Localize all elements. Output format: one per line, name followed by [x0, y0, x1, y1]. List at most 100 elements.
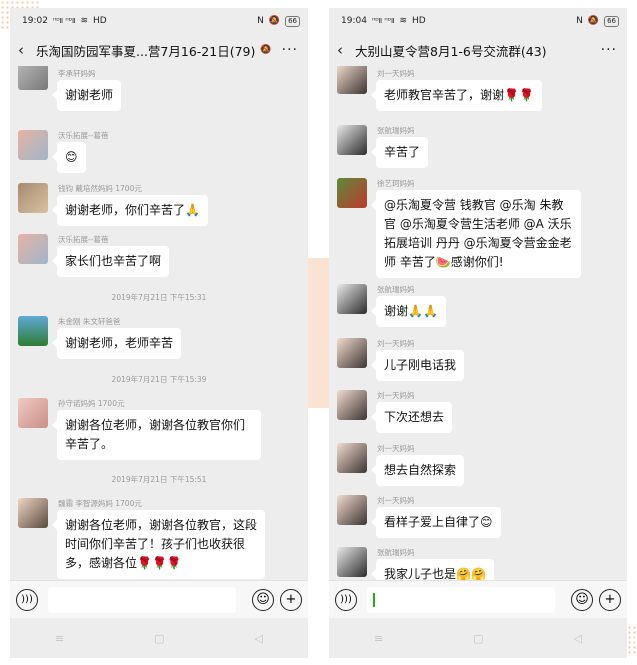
more-icon[interactable]: ··· [601, 42, 617, 58]
phone-screen-left: 19:02 ᴴᴰⅡ ᴴᴰⅡ ≋ HD N 🔕 66 ‹ 乐淘国防园军事夏...营… [10, 8, 308, 658]
wifi-icon: ≋ [80, 16, 89, 26]
clock: 19:02 [22, 16, 48, 26]
avatar[interactable] [337, 443, 367, 473]
message-bubble[interactable]: 老师教官辛苦了，谢谢🌹🌹 [371, 80, 542, 111]
message-bubble[interactable]: 儿子刚电话我 [370, 350, 465, 381]
message-bubble[interactable]: 下次还想去 [370, 402, 453, 433]
bell-mute-icon: 🔕 [260, 45, 272, 55]
emoji-icon[interactable]: ☺ [252, 588, 274, 611]
message-bubble[interactable]: @乐淘夏令营 钱教官 @乐淘 朱教官 @乐淘夏令营生活老师 @A 沃乐拓展培训 … [371, 190, 581, 278]
message-bubble[interactable]: 谢谢各位老师，谢谢各位教官，这段时间你们辛苦了！孩子们也收获很多，感谢各位🌹🌹🌹 [52, 510, 265, 579]
text-caret [373, 592, 375, 607]
mute-icon: 🔕 [268, 16, 281, 26]
sender-name: 刘一天妈妈 [377, 391, 415, 400]
more-icon[interactable]: ··· [282, 42, 298, 58]
system-nav-bar: ≡ ▢ ◁ [10, 618, 308, 658]
mute-icon: 🔕 [587, 16, 600, 26]
avatar[interactable] [337, 390, 367, 420]
clock: 19:04 [341, 16, 367, 26]
message-bubble[interactable]: 谢谢🙏🙏 [371, 296, 446, 327]
chat-title: 大别山夏令营8月1-6号交流群(43) [355, 43, 547, 59]
wifi-icon: ≋ [399, 16, 408, 26]
status-bar: 19:02 ᴴᴰⅡ ᴴᴰⅡ ≋ HD N 🔕 66 [10, 8, 308, 34]
avatar[interactable] [18, 234, 48, 264]
sender-name: 徐艺珂妈妈 [377, 179, 415, 188]
timestamp: 2019年7月21日 下午15:31 [111, 293, 207, 302]
message-list[interactable]: 李承轩妈妈 谢谢老师 沃乐拓展--葛蓓 😊 钱钧 戴培然妈妈 1700元 谢谢老… [10, 66, 308, 580]
message-input[interactable] [367, 586, 555, 613]
sender-name: 张航瑞妈妈 [377, 126, 415, 135]
avatar[interactable] [337, 284, 367, 314]
timestamp: 2019年7月21日 下午15:39 [111, 375, 207, 384]
plus-icon[interactable]: + [280, 588, 302, 611]
chat-title: 乐淘国防园军事夏...营7月16-21日(79) [36, 43, 256, 59]
avatar[interactable] [18, 130, 48, 160]
chat-header: ‹ 大别山夏令营8月1-6号交流群(43) ··· [329, 34, 627, 66]
menu-icon[interactable]: ≡ [55, 632, 64, 645]
avatar[interactable] [337, 495, 367, 525]
sender-name: 钱钧 戴培然妈妈 1700元 [58, 184, 142, 193]
network-type: HD [412, 16, 426, 26]
avatar[interactable] [337, 178, 367, 208]
message-list[interactable]: 刘一天妈妈 老师教官辛苦了，谢谢🌹🌹 张航瑞妈妈 辛苦了 徐艺珂妈妈 @乐淘夏令… [329, 66, 627, 580]
input-bar: ))) ☺ + [10, 580, 308, 618]
voice-icon[interactable]: ))) [335, 588, 357, 611]
sender-name: 张航瑞妈妈 [377, 548, 415, 557]
plus-icon[interactable]: + [599, 588, 621, 611]
network-type: HD [93, 16, 107, 26]
avatar[interactable] [18, 398, 48, 428]
message-input[interactable] [48, 586, 236, 613]
signal-icon: ᴴᴰⅡ ᴴᴰⅡ [52, 17, 76, 25]
nfc-icon: N [257, 16, 264, 26]
sender-name: 朱金刚 朱文轩爸爸 [58, 317, 121, 326]
emoji-icon[interactable]: ☺ [571, 588, 593, 611]
avatar[interactable] [18, 498, 48, 528]
avatar[interactable] [337, 338, 367, 368]
sender-name: 刘一天妈妈 [377, 444, 415, 453]
chevron-left-icon[interactable]: ‹ [337, 41, 355, 59]
system-nav-bar: ≡ ▢ ◁ [329, 618, 627, 658]
battery-icon: 66 [285, 15, 300, 27]
sender-name: 张航瑞妈妈 [377, 285, 415, 294]
message-bubble[interactable]: 谢谢老师，老师辛苦 [51, 328, 182, 359]
sender-name: 沃乐拓展--葛蓓 [58, 235, 109, 244]
message-bubble[interactable]: 谢谢老师 [51, 80, 122, 111]
message-bubble[interactable]: 谢谢各位老师，谢谢各位教官你们辛苦了。 [52, 410, 261, 460]
chat-header: ‹ 乐淘国防园军事夏...营7月16-21日(79) 🔕 ··· [10, 34, 308, 66]
message-bubble[interactable]: 😊 [52, 142, 86, 173]
input-bar: ))) ☺ + [329, 580, 627, 618]
timestamp: 2019年7月21日 下午15:51 [111, 475, 207, 484]
status-bar: 19:04 ᴴᴰⅡ ᴴᴰⅡ ≋ HD N 🔕 66 [329, 8, 627, 34]
avatar[interactable] [337, 125, 367, 155]
phone-screen-right: 19:04 ᴴᴰⅡ ᴴᴰⅡ ≋ HD N 🔕 66 ‹ 大别山夏令营8月1-6号… [329, 8, 627, 658]
avatar[interactable] [337, 66, 367, 94]
avatar[interactable] [18, 183, 48, 213]
nfc-icon: N [576, 16, 583, 26]
battery-icon: 66 [604, 15, 619, 27]
sender-name: 孙守诺妈妈 1700元 [58, 399, 125, 408]
avatar[interactable] [18, 316, 48, 346]
signal-icon: ᴴᴰⅡ ᴴᴰⅡ [371, 17, 395, 25]
sender-name: 沃乐拓展--葛蓓 [58, 131, 109, 140]
home-icon[interactable]: ▢ [154, 632, 164, 645]
message-bubble[interactable]: 谢谢老师，你们辛苦了🙏 [52, 195, 208, 226]
sender-name: 刘一天妈妈 [377, 496, 415, 505]
avatar[interactable] [337, 547, 367, 577]
message-bubble[interactable]: 想去自然探索 [370, 455, 465, 486]
menu-icon[interactable]: ≡ [374, 632, 383, 645]
message-bubble[interactable]: 家长们也辛苦了啊 [51, 246, 170, 277]
back-triangle-icon[interactable]: ◁ [255, 632, 263, 645]
sender-name: 刘一天妈妈 [377, 69, 415, 78]
sender-name: 李承轩妈妈 [58, 69, 96, 78]
back-triangle-icon[interactable]: ◁ [574, 632, 582, 645]
message-bubble[interactable]: 看样子爱上自律了😊 [371, 507, 501, 538]
decorative-band [306, 258, 330, 408]
avatar[interactable] [18, 66, 48, 90]
sender-name: 刘一天妈妈 [377, 339, 415, 348]
voice-icon[interactable]: ))) [16, 588, 38, 611]
home-icon[interactable]: ▢ [473, 632, 483, 645]
sender-name: 魏霜 李智源妈妈 1700元 [58, 499, 142, 508]
chevron-left-icon[interactable]: ‹ [18, 41, 36, 59]
message-bubble[interactable]: 辛苦了 [370, 137, 429, 168]
message-bubble[interactable]: 我家儿子也是🤗🤗 [371, 559, 494, 580]
